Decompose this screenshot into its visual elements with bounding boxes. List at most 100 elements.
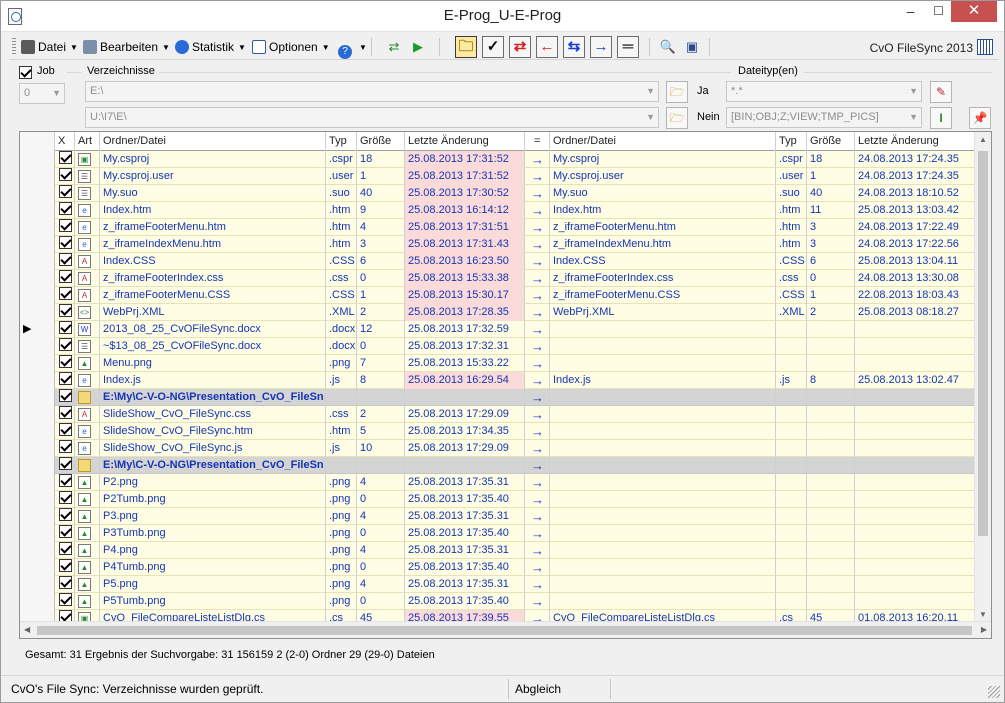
right-directory-select[interactable]: U:\I7\E\ ▼	[85, 107, 659, 128]
right-type-cell[interactable]	[776, 389, 807, 406]
row-header[interactable]	[20, 270, 55, 287]
right-type-cell[interactable]	[776, 576, 807, 593]
checked-filter-button[interactable]: ✓	[482, 36, 504, 58]
right-size-cell[interactable]	[807, 525, 855, 542]
right-date-cell[interactable]	[855, 593, 980, 610]
operation-cell[interactable]: →	[525, 593, 550, 610]
table-row[interactable]: ▲ Menu.png .png 7 25.08.2013 15:33.22 →	[20, 355, 980, 372]
row-checkbox[interactable]	[59, 270, 72, 283]
left-size-cell[interactable]: 18	[357, 151, 405, 168]
left-size-cell[interactable]: 2	[357, 406, 405, 423]
row-checkbox[interactable]	[59, 219, 72, 232]
table-row[interactable]: ▲ P5Tumb.png .png 0 25.08.2013 17:35.40 →	[20, 593, 980, 610]
right-name-cell[interactable]: z_iframeFooterMenu.CSS	[550, 287, 776, 304]
row-checkbox[interactable]	[59, 525, 72, 538]
table-row[interactable]: ▶ W 2013_08_25_CvOFileSync.docx .docx 12 25.0…	[20, 321, 980, 338]
row-checkbox[interactable]	[59, 508, 72, 521]
table-row[interactable]: e z_iframeFooterMenu.htm .htm 4 25.08.2013 1…	[20, 219, 980, 236]
left-date-cell[interactable]: 25.08.2013 17:29.09	[405, 440, 525, 457]
row-header[interactable]	[20, 423, 55, 440]
row-select-cell[interactable]	[55, 202, 75, 219]
left-size-cell[interactable]: 7	[357, 355, 405, 372]
row-header[interactable]	[20, 202, 55, 219]
row-header[interactable]	[20, 559, 55, 576]
right-date-cell[interactable]	[855, 423, 980, 440]
left-type-cell[interactable]: .user	[326, 168, 357, 185]
left-name-cell[interactable]: z_iframeFooterIndex.css	[100, 270, 326, 287]
menu-datei[interactable]: Datei ▼	[21, 37, 78, 57]
right-type-cell[interactable]: .user	[776, 168, 807, 185]
left-size-cell[interactable]: 0	[357, 525, 405, 542]
right-date-cell[interactable]	[855, 389, 980, 406]
right-type-cell[interactable]: .htm	[776, 202, 807, 219]
right-date-cell[interactable]	[855, 440, 980, 457]
right-date-cell[interactable]	[855, 491, 980, 508]
left-size-cell[interactable]: 4	[357, 542, 405, 559]
row-checkbox[interactable]	[59, 321, 72, 334]
row-checkbox[interactable]	[59, 406, 72, 419]
right-date-cell[interactable]: 24.08.2013 13:30.08	[855, 270, 980, 287]
table-row[interactable]: Az_iframeFooterMenu.CSS .CSS 1 25.08.2013 1…	[20, 287, 980, 304]
menu-statistik[interactable]: Statistik ▼	[175, 37, 246, 57]
right-size-cell[interactable]: 11	[807, 202, 855, 219]
left-type-cell[interactable]	[326, 457, 357, 474]
row-checkbox[interactable]	[59, 559, 72, 572]
row-header[interactable]	[20, 457, 55, 474]
right-size-cell[interactable]	[807, 338, 855, 355]
table-row[interactable]: ▲ P2.png .png 4 25.08.2013 17:35.31 →	[20, 474, 980, 491]
table-row[interactable]: ▲ P2Tumb.png .png 0 25.08.2013 17:35.40 →	[20, 491, 980, 508]
row-select-cell[interactable]	[55, 525, 75, 542]
left-date-cell[interactable]: 25.08.2013 17:29.09	[405, 406, 525, 423]
browse-left-folder-button[interactable]: 🗁	[666, 81, 688, 103]
operation-cell[interactable]: →	[525, 270, 550, 287]
col-right-name[interactable]: Ordner/Datei	[550, 132, 776, 151]
row-header[interactable]	[20, 151, 55, 168]
browse-right-folder-button[interactable]: 🗁	[666, 107, 688, 129]
right-name-cell[interactable]: My.suo	[550, 185, 776, 202]
left-type-cell[interactable]: .htm	[326, 202, 357, 219]
operation-cell[interactable]: →	[525, 304, 550, 321]
left-name-cell[interactable]: E:\My\C-V-O-NG\Presentation_CvO_FileSn	[100, 389, 326, 406]
left-name-cell[interactable]: SlideShow_CvO_FileSync.js	[100, 440, 326, 457]
left-date-cell[interactable]: 25.08.2013 17:30:52	[405, 185, 525, 202]
table-row[interactable]: ▲ P4Tumb.png .png 0 25.08.2013 17:35.40 →	[20, 559, 980, 576]
left-size-cell[interactable]: 0	[357, 338, 405, 355]
right-date-cell[interactable]	[855, 576, 980, 593]
right-date-cell[interactable]	[855, 457, 980, 474]
left-type-cell[interactable]: .png	[326, 593, 357, 610]
left-date-cell[interactable]	[405, 457, 525, 474]
operation-cell[interactable]: →	[525, 508, 550, 525]
right-name-cell[interactable]	[550, 440, 776, 457]
table-row[interactable]: e SlideShow_CvO_FileSync.js .js 10 25.08.201…	[20, 440, 980, 457]
table-row[interactable]: e Index.js .js 8 25.08.2013 16:29.54 → Index.j…	[20, 372, 980, 389]
right-size-cell[interactable]	[807, 576, 855, 593]
left-name-cell[interactable]: P2Tumb.png	[100, 491, 326, 508]
left-type-cell[interactable]: .png	[326, 355, 357, 372]
left-type-cell[interactable]: .js	[326, 372, 357, 389]
right-name-cell[interactable]: z_iframeIndexMenu.htm	[550, 236, 776, 253]
left-date-cell[interactable]: 25.08.2013 15:33.22	[405, 355, 525, 372]
right-date-cell[interactable]: 25.08.2013 08:18.27	[855, 304, 980, 321]
right-type-cell[interactable]: .suo	[776, 185, 807, 202]
col-left-size[interactable]: Größe	[357, 132, 405, 151]
left-name-cell[interactable]: z_iframeFooterMenu.CSS	[100, 287, 326, 304]
row-checkbox[interactable]	[59, 253, 72, 266]
resize-grip[interactable]	[988, 686, 1000, 698]
left-type-cell[interactable]	[326, 389, 357, 406]
vertical-scroll-thumb[interactable]	[978, 151, 988, 536]
row-checkbox[interactable]	[59, 372, 72, 385]
col-right-type[interactable]: Typ	[776, 132, 807, 151]
table-row[interactable]: e SlideShow_CvO_FileSync.htm .htm 5 25.08.20…	[20, 423, 980, 440]
right-size-cell[interactable]	[807, 474, 855, 491]
scroll-down-icon[interactable]: ▼	[979, 610, 987, 619]
right-size-cell[interactable]: 3	[807, 236, 855, 253]
row-header[interactable]	[20, 542, 55, 559]
right-size-cell[interactable]	[807, 321, 855, 338]
scroll-up-icon[interactable]: ▲	[979, 135, 987, 144]
row-header[interactable]	[20, 491, 55, 508]
row-select-cell[interactable]	[55, 355, 75, 372]
menu-optionen[interactable]: Optionen ▼	[252, 37, 330, 57]
right-name-cell[interactable]	[550, 389, 776, 406]
operation-cell[interactable]: →	[525, 338, 550, 355]
left-name-cell[interactable]: SlideShow_CvO_FileSync.css	[100, 406, 326, 423]
